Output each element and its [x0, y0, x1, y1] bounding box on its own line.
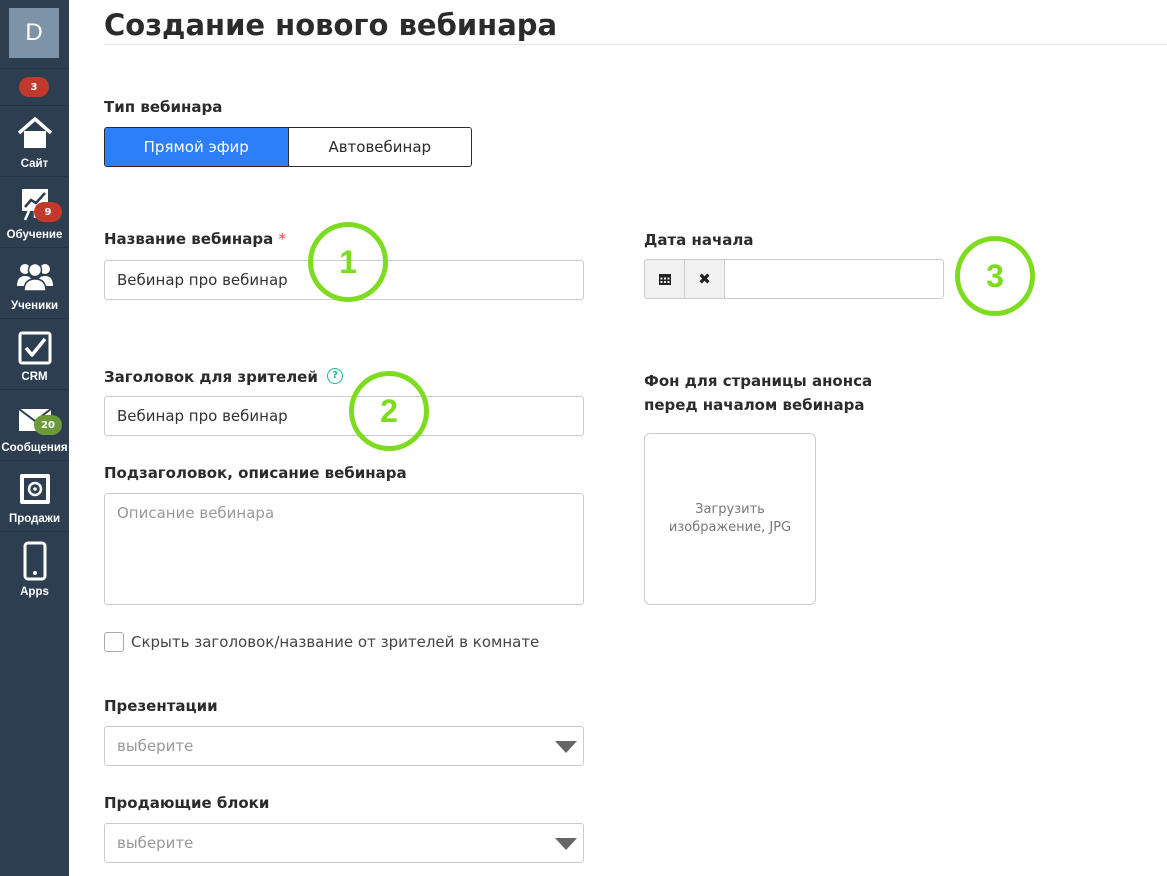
description-placeholder: Описание вебинара — [117, 504, 275, 522]
background-label-line2: перед началом вебинара — [644, 396, 865, 414]
start-date-input[interactable] — [725, 260, 943, 298]
start-date-label: Дата начала — [644, 231, 754, 249]
annotation-marker-2: 2 — [349, 371, 429, 451]
selling-blocks-select[interactable]: выберите — [104, 823, 584, 863]
presentations-placeholder: выберите — [117, 737, 194, 755]
webinar-name-label: Название вебинара * — [104, 230, 286, 248]
required-mark: * — [278, 230, 287, 248]
page-title: Создание нового вебинара — [104, 8, 558, 42]
sidebar-divider — [0, 68, 69, 69]
subtitle-label: Подзаголовок, описание вебинара — [104, 464, 407, 482]
sidebar-item-label: Обучение — [6, 229, 63, 241]
notifications-badge[interactable]: 3 — [19, 77, 49, 97]
sidebar-item-label: Ученики — [10, 300, 59, 312]
annotation-marker-3: 3 — [955, 236, 1035, 316]
safe-icon — [19, 474, 50, 504]
viewer-title-label-text: Заголовок для зрителей — [104, 368, 318, 386]
sidebar-item-sales[interactable]: Продажи — [0, 461, 69, 531]
chevron-down-icon — [555, 838, 577, 850]
webinar-name-label-text: Название вебинара — [104, 230, 274, 248]
calendar-button[interactable] — [645, 260, 685, 298]
presentations-label: Презентации — [104, 697, 218, 715]
auto-webinar-option[interactable]: Автовебинар — [287, 128, 471, 166]
help-icon[interactable]: ? — [327, 368, 344, 384]
sidebar-item-label: CRM — [21, 371, 48, 383]
sidebar-item-site[interactable]: Сайт — [0, 106, 69, 176]
calendar-icon — [658, 274, 671, 285]
annotation-marker-1: 1 — [308, 222, 388, 302]
live-broadcast-option[interactable]: Прямой эфир — [105, 128, 288, 166]
background-label: Фон для страницы анонса перед началом ве… — [644, 369, 872, 417]
learning-badge: 9 — [34, 202, 62, 222]
selling-blocks-label: Продающие блоки — [104, 794, 270, 812]
messages-badge: 20 — [34, 415, 62, 435]
sidebar-item-label: Сайт — [20, 158, 49, 170]
upload-image-dropzone[interactable]: Загрузить изображение, JPG — [644, 433, 816, 605]
upload-image-text: Загрузить изображение, JPG — [668, 502, 792, 535]
webinar-type-toggle: Прямой эфир Автовебинар — [104, 127, 472, 167]
viewer-title-input[interactable]: Вебинар про вебинар — [104, 396, 584, 436]
background-label-line1: Фон для страницы анонса — [644, 372, 873, 390]
clear-date-button[interactable]: ✖ — [685, 260, 725, 298]
webinar-type-label: Тип вебинара — [104, 98, 223, 116]
sidebar-item-label: Apps — [20, 586, 49, 598]
users-icon — [16, 262, 53, 292]
sidebar-item-label: Продажи — [8, 513, 61, 525]
sidebar: D 3 Сайт 9 Обучение Ученики CRM 20 Сообщ… — [0, 0, 69, 876]
chevron-down-icon — [555, 741, 577, 753]
title-divider — [104, 44, 1167, 45]
start-date-group: ✖ — [644, 259, 944, 299]
sidebar-item-learning[interactable]: 9 Обучение — [0, 177, 69, 247]
avatar[interactable]: D — [9, 8, 59, 58]
description-textarea[interactable]: Описание вебинара — [104, 493, 584, 605]
sidebar-item-apps[interactable]: Apps — [0, 532, 69, 604]
hide-title-checkbox[interactable] — [104, 632, 124, 652]
hide-title-label: Скрыть заголовок/название от зрителей в … — [131, 633, 540, 651]
sidebar-item-label: Сообщения — [1, 442, 68, 454]
smartphone-icon — [23, 541, 46, 581]
close-icon: ✖ — [698, 270, 711, 288]
checkbox-icon — [18, 331, 51, 365]
presentations-select[interactable]: выберите — [104, 726, 584, 766]
selling-blocks-placeholder: выберите — [117, 834, 194, 852]
viewer-title-label: Заголовок для зрителей ? — [104, 368, 344, 386]
home-icon — [17, 117, 52, 148]
sidebar-item-students[interactable]: Ученики — [0, 248, 69, 318]
sidebar-item-messages[interactable]: 20 Сообщения — [0, 390, 69, 460]
sidebar-item-crm[interactable]: CRM — [0, 319, 69, 389]
